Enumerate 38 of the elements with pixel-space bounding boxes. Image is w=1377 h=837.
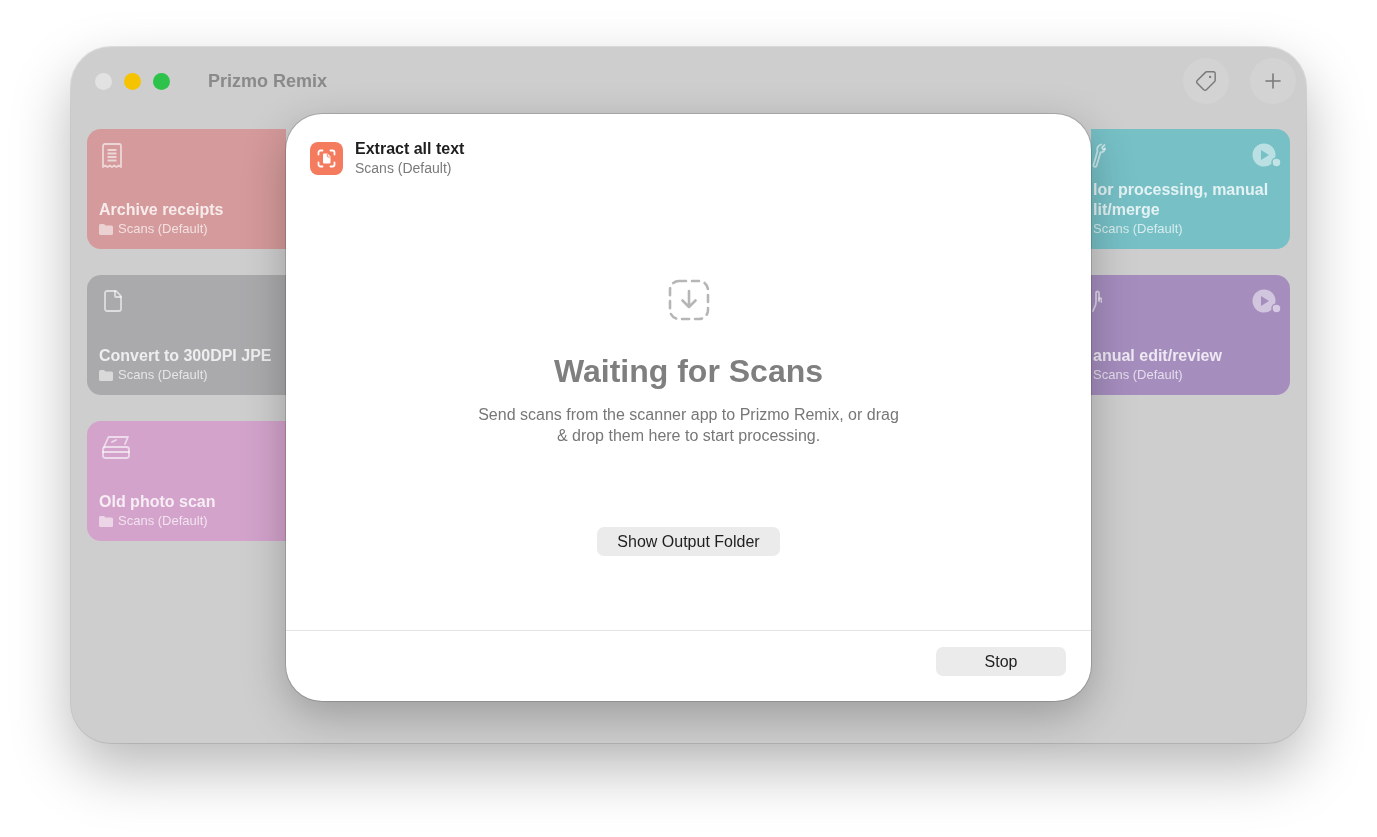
card-title: lor processing, manual lit/merge xyxy=(1093,180,1270,220)
folder-label: Scans (Default) xyxy=(118,366,208,384)
card-title: Archive receipts xyxy=(99,200,224,220)
scanner-icon xyxy=(101,435,131,460)
wrench-icon xyxy=(1092,143,1106,169)
folder-label: Scans (Default) xyxy=(1093,366,1183,384)
hand-icon xyxy=(1092,289,1102,313)
card-title: Convert to 300DPI JPE xyxy=(99,346,272,366)
minimize-button[interactable] xyxy=(124,72,141,90)
dialog-title: Extract all text xyxy=(355,139,465,159)
folder-icon xyxy=(99,223,113,235)
show-output-folder-button[interactable]: Show Output Folder xyxy=(597,527,780,556)
workflow-card[interactable]: Archive receipts Scans (Default) xyxy=(87,129,286,249)
play-icon[interactable] xyxy=(1252,143,1282,169)
instructions-text: Send scans from the scanner app to Prizmo Remix, or drag & drop them here to start processing. xyxy=(477,405,900,446)
add-button[interactable] xyxy=(1250,58,1296,104)
download-tray-icon xyxy=(667,279,710,321)
tag-icon xyxy=(1195,70,1217,92)
receipt-icon xyxy=(101,143,123,169)
dialog-subtitle: Scans (Default) xyxy=(355,159,452,177)
workflow-card[interactable]: Old photo scan Scans (Default) xyxy=(87,421,286,541)
folder-label: Scans (Default) xyxy=(1093,220,1183,238)
scan-document-icon xyxy=(310,141,343,175)
folder-icon xyxy=(99,515,113,527)
folder-label: Scans (Default) xyxy=(118,512,208,530)
card-title: Old photo scan xyxy=(99,492,216,512)
stop-button[interactable]: Stop xyxy=(936,647,1066,676)
window-title: Prizmo Remix xyxy=(208,69,328,93)
document-icon xyxy=(101,289,125,313)
card-title: anual edit/review xyxy=(1093,346,1223,366)
zoom-button[interactable] xyxy=(153,72,170,90)
folder-label: Scans (Default) xyxy=(118,220,208,238)
workflow-card[interactable]: Convert to 300DPI JPE Scans (Default) xyxy=(87,275,286,395)
workflow-card[interactable]: anual edit/review Scans (Default) xyxy=(1091,275,1290,395)
play-icon[interactable] xyxy=(1252,289,1282,315)
workflow-card[interactable]: lor processing, manual lit/merge Scans (Default) xyxy=(1091,129,1290,249)
waiting-heading: Waiting for Scans xyxy=(553,352,824,390)
folder-icon xyxy=(99,369,113,381)
